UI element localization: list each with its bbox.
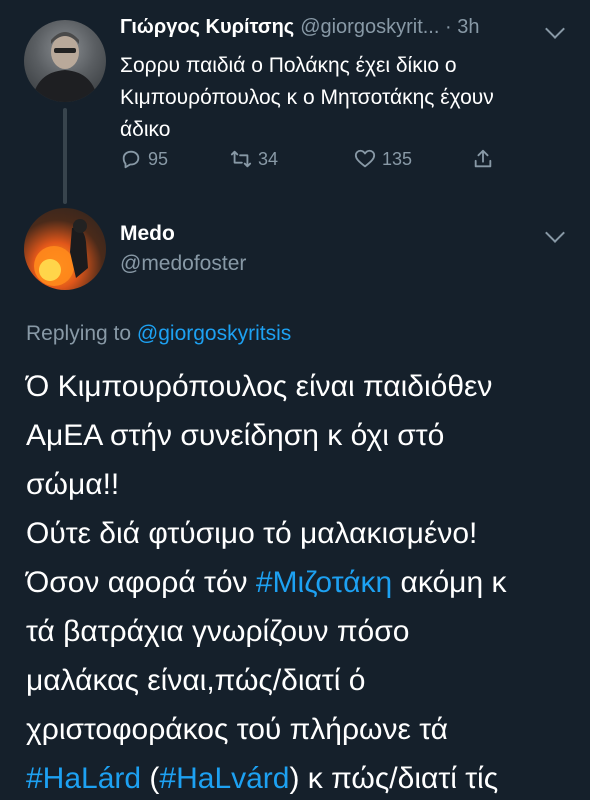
body-line: Ό Κιμπουρόπουλος είναι παιδιόθεν	[26, 370, 493, 403]
body-line: μαλάκας είναι,πώς/διατί ό	[26, 664, 366, 697]
display-name[interactable]: Medo	[120, 222, 175, 246]
replying-handle-link[interactable]: @giorgoskyritsis	[137, 322, 291, 345]
body-line: χριστοφοράκος τού πλήρωνε τά	[26, 713, 448, 746]
hashtag-link[interactable]: #HaLvárd	[159, 762, 289, 795]
tweet-actions: 95 34 135	[120, 148, 520, 176]
body-text-segment: Όσον αφορά τόν	[26, 566, 256, 599]
share-icon	[474, 149, 492, 168]
handle-and-time: @giorgoskyrit... · 3h	[300, 16, 480, 38]
retweet-count: 34	[258, 148, 279, 169]
chevron-down-icon[interactable]	[545, 19, 565, 39]
tweet-body: Ό Κιμπουρόπουλος είναι παιδιόθεν ΑμΕΑ στ…	[26, 362, 576, 800]
body-line: σώμα!!	[26, 468, 120, 501]
parent-tweet[interactable]: Γιώργος Κυρίτσης @giorgoskyrit... · 3h Σο…	[0, 0, 590, 204]
display-name[interactable]: Γιώργος Κυρίτσης	[120, 16, 294, 38]
tweet-thread: Γιώργος Κυρίτσης @giorgoskyrit... · 3h Σο…	[0, 0, 590, 800]
share-button[interactable]	[472, 148, 500, 170]
retweet-icon	[230, 150, 252, 168]
replying-to: Replying to @giorgoskyritsis	[26, 322, 291, 346]
tweet-text: Σορρυ παιδιά ο Πολάκης έχει δίκιο ο Κιμπ…	[120, 54, 494, 141]
like-icon	[354, 149, 376, 168]
like-count: 135	[382, 148, 413, 169]
body-text-segment: ) κ πώς/διατί τίς	[289, 762, 499, 795]
body-line: ΑμΕΑ στήν συνείδηση κ όχι στό	[26, 419, 445, 452]
chevron-down-icon[interactable]	[545, 223, 565, 243]
reply-count: 95	[148, 148, 169, 169]
body-line: τά βατράχια γνωρίζουν πόσο	[26, 615, 410, 648]
body-line: Ούτε διά φτύσιμο τό μαλακισμένο!	[26, 517, 478, 550]
body-line: Όσον αφορά τόν #Μιζοτάκη ακόμη κ	[26, 558, 576, 607]
hashtag-link[interactable]: #HaLárd	[26, 762, 141, 795]
avatar[interactable]	[24, 20, 106, 102]
avatar[interactable]	[24, 208, 106, 290]
tweet-header: Γιώργος Κυρίτσης @giorgoskyrit... · 3h	[120, 16, 479, 39]
body-text-segment: ακόμη κ	[392, 566, 507, 599]
reply-button[interactable]: 95	[120, 148, 168, 170]
user-handle[interactable]: @medofoster	[120, 252, 246, 276]
retweet-button[interactable]: 34	[230, 148, 278, 170]
body-text-segment: (	[141, 762, 160, 795]
body-line: #HaLárd (#HaLvárd) κ πώς/διατί τίς	[26, 754, 576, 800]
like-button[interactable]: 135	[354, 148, 412, 170]
reply-icon	[122, 150, 140, 169]
replying-label: Replying to	[26, 322, 132, 345]
thread-connector	[63, 108, 67, 204]
hashtag-link[interactable]: #Μιζοτάκη	[256, 566, 392, 599]
